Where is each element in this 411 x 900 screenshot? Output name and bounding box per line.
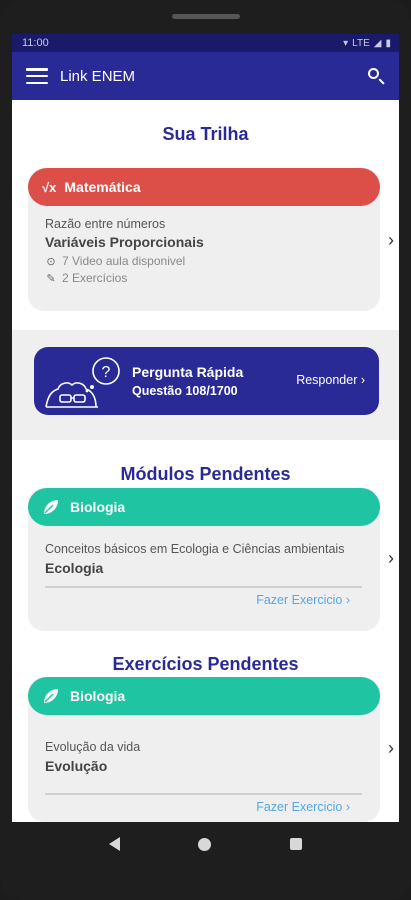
trail-title: Sua Trilha [162, 124, 249, 144]
pencil-icon: ✎ [46, 272, 56, 285]
recent-apps-icon[interactable] [289, 838, 302, 850]
pending-exercises-title: Exercícios Pendentes [112, 654, 299, 674]
menu-icon[interactable] [26, 68, 48, 84]
exercise-count: ✎ 2 Exercícios [46, 271, 128, 285]
svg-text:?: ? [102, 364, 111, 381]
battery-icon: ▮ [385, 37, 391, 49]
app-title: Link ENEM [60, 67, 136, 85]
progress-bar [45, 586, 362, 588]
status-time: 11:00 [22, 37, 49, 49]
status-bar: 11:00 ▾ LTE ◢ ▮ [12, 34, 399, 52]
video-count: ⊙ 7 Video aula disponivel [46, 254, 186, 268]
subject-header-math: √x Matemática [28, 168, 380, 206]
pending-exercise-card[interactable]: Biologia Evolução da vida Evolução Fazer… [28, 677, 380, 822]
system-nav-bar [0, 822, 411, 866]
home-icon[interactable] [198, 837, 212, 851]
card-subtitle: Evolução da vida [45, 740, 141, 754]
quick-question-band: ? Pergunta Rápida Questão 108/1700 Respo… [12, 330, 399, 440]
pending-module-card[interactable]: Biologia Conceitos básicos em Ecologia e… [28, 488, 380, 631]
do-exercise-link[interactable]: Fazer Exercicio › [28, 593, 380, 607]
subject-header-biology: Biologia [28, 677, 380, 715]
card-topic: Variáveis Proporcionais [45, 234, 204, 250]
card-topic: Ecologia [45, 560, 104, 576]
trail-card[interactable]: √x Matemática Razão entre números Variáv… [28, 168, 380, 311]
subject-label: Matemática [64, 179, 141, 195]
leaf-icon [44, 689, 58, 703]
chevron-right-icon[interactable]: › [388, 230, 394, 251]
wifi-icon: ▾ [343, 37, 349, 49]
phone-frame: 11:00 ▾ LTE ◢ ▮ Link ENEM Sua Trilha √x … [0, 0, 411, 900]
progress-bar [45, 793, 362, 795]
pending-modules-title: Módulos Pendentes [120, 464, 291, 484]
quick-question-title: Pergunta Rápida [132, 364, 244, 380]
respond-button[interactable]: Responder › [296, 373, 365, 387]
search-icon[interactable] [367, 67, 385, 85]
app-screen: 11:00 ▾ LTE ◢ ▮ Link ENEM Sua Trilha √x … [12, 34, 399, 822]
quick-question-progress: Questão 108/1700 [132, 384, 238, 398]
signal-label: LTE [352, 37, 370, 49]
speaker-grille [172, 14, 240, 19]
app-bar: Link ENEM [12, 52, 399, 100]
subject-label: Biologia [70, 499, 126, 515]
signal-icon: ◢ [373, 37, 382, 49]
chevron-right-icon[interactable]: › [388, 738, 394, 759]
chevron-right-icon[interactable]: › [388, 548, 394, 569]
do-exercise-link[interactable]: Fazer Exercicio › [28, 800, 380, 814]
thinking-person-icon: ? [45, 357, 120, 408]
subject-label: Biologia [70, 688, 126, 704]
play-circle-icon: ⊙ [46, 255, 56, 268]
card-subtitle: Razão entre números [45, 217, 166, 231]
leaf-icon [44, 500, 58, 514]
back-icon[interactable] [109, 837, 121, 851]
quick-question-card[interactable]: ? Pergunta Rápida Questão 108/1700 Respo… [34, 347, 379, 415]
card-topic: Evolução [45, 758, 108, 774]
card-subtitle: Conceitos básicos em Ecologia e Ciências… [45, 542, 345, 556]
subject-header-biology: Biologia [28, 488, 380, 526]
sqrt-icon: √x [42, 179, 57, 195]
